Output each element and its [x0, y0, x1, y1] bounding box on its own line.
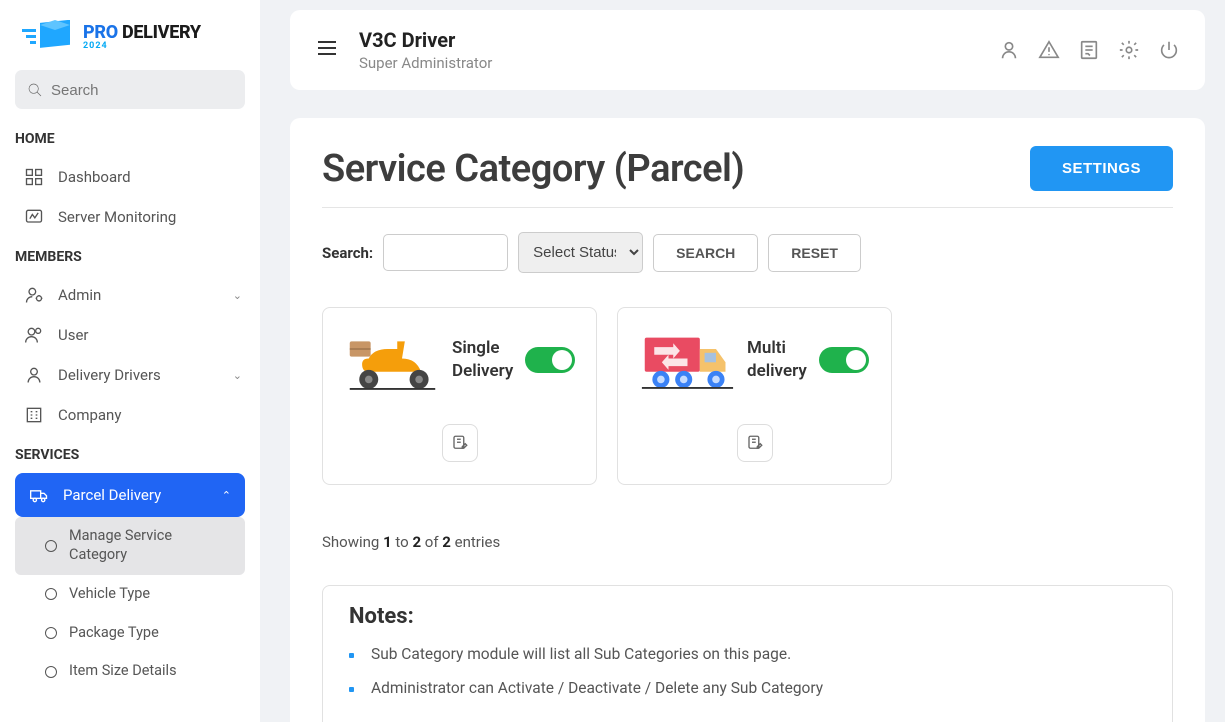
card-edit-button[interactable] — [737, 424, 773, 462]
page-header: Service Category (Parcel) SETTINGS — [322, 146, 1173, 208]
logo-text-line1: PRO DELIVERY — [83, 23, 201, 43]
logo-icon — [20, 20, 75, 55]
scooter-icon — [345, 330, 440, 390]
logo-text-line2: 2024 — [83, 42, 201, 52]
cards-grid: Single Delivery — [322, 307, 1173, 485]
user-info: V3C Driver Super Administrator — [359, 28, 492, 72]
dashboard-icon — [24, 167, 44, 187]
search-input[interactable] — [51, 82, 233, 99]
sidebar-item-label: Server Monitoring — [58, 208, 176, 226]
edit-icon — [451, 434, 469, 452]
sidebar: PRO DELIVERY 2024 HOME Dashboard Server … — [0, 0, 260, 722]
chevron-up-icon: ⌃ — [222, 489, 231, 502]
sidebar-subitem-label: Manage Service Category — [69, 527, 230, 565]
topbar-icons — [998, 39, 1180, 61]
card-title: Multi delivery — [747, 337, 807, 383]
sidebar-subitem-manage-service-category[interactable]: Manage Service Category — [15, 517, 245, 575]
sidebar-item-dashboard[interactable]: Dashboard — [0, 157, 260, 197]
settings-page-button[interactable]: SETTINGS — [1030, 146, 1173, 191]
sidebar-item-admin[interactable]: Admin ⌄ — [0, 275, 260, 315]
company-icon — [24, 405, 44, 425]
card-title: Single Delivery — [452, 337, 513, 383]
filter-bar: Search: Select Status SEARCH RESET — [322, 232, 1173, 273]
sidebar-item-parcel-delivery[interactable]: Parcel Delivery ⌃ — [15, 473, 245, 517]
card-toggle[interactable] — [819, 347, 869, 373]
sidebar-subitem-item-size-details[interactable]: Item Size Details — [15, 652, 245, 691]
sidebar-item-label: Company — [58, 406, 121, 424]
bullet-icon — [45, 540, 57, 552]
search-label: Search: — [322, 244, 373, 262]
hamburger-icon — [315, 36, 339, 60]
search-icon — [27, 82, 43, 98]
sidebar-item-label: Admin — [58, 286, 101, 304]
sidebar-item-label: Parcel Delivery — [63, 486, 161, 504]
power-icon — [1158, 39, 1180, 61]
monitoring-icon — [24, 207, 44, 227]
search-box[interactable] — [15, 70, 245, 109]
section-label-members: MEMBERS — [0, 245, 260, 275]
gear-icon — [1118, 39, 1140, 61]
user-title: V3C Driver — [359, 28, 492, 52]
notes-item: Administrator can Activate / Deactivate … — [349, 671, 1146, 705]
chevron-down-icon: ⌄ — [233, 369, 242, 382]
pagination-info: Showing 1 to 2 of 2 entries — [322, 533, 1173, 551]
reset-button[interactable]: RESET — [768, 234, 861, 272]
sidebar-subitem-package-type[interactable]: Package Type — [15, 614, 245, 653]
sidebar-item-company[interactable]: Company — [0, 395, 260, 435]
profile-button[interactable] — [998, 39, 1020, 61]
sidebar-item-delivery-drivers[interactable]: Delivery Drivers ⌄ — [0, 355, 260, 395]
notes-item: Sub Category module will list all Sub Ca… — [349, 637, 1146, 671]
service-card-single-delivery: Single Delivery — [322, 307, 597, 485]
admin-icon — [24, 285, 44, 305]
sidebar-item-label: User — [58, 326, 89, 344]
card-edit-button[interactable] — [442, 424, 478, 462]
sidebar-item-label: Dashboard — [58, 168, 131, 186]
driver-icon — [24, 365, 44, 385]
sidebar-subitem-label: Item Size Details — [69, 662, 177, 681]
settings-button[interactable] — [1118, 39, 1140, 61]
filter-status-select[interactable]: Select Status — [518, 232, 643, 273]
sidebar-subitem-vehicle-type[interactable]: Vehicle Type — [15, 575, 245, 614]
truck-icon — [29, 485, 49, 505]
power-button[interactable] — [1158, 39, 1180, 61]
sidebar-item-label: Delivery Drivers — [58, 366, 161, 384]
warning-button[interactable] — [1038, 39, 1060, 61]
note-icon — [1078, 39, 1100, 61]
menu-toggle-button[interactable] — [315, 36, 339, 64]
edit-icon — [746, 434, 764, 452]
nav-section-services: SERVICES Parcel Delivery ⌃ Manage Servic… — [0, 443, 260, 691]
sidebar-item-user[interactable]: User — [0, 315, 260, 355]
service-card-multi-delivery: Multi delivery — [617, 307, 892, 485]
page-title: Service Category (Parcel) — [322, 147, 744, 191]
note-button[interactable] — [1078, 39, 1100, 61]
notes-title: Notes: — [349, 604, 1146, 629]
sidebar-subitem-label: Package Type — [69, 624, 159, 643]
bullet-icon — [45, 588, 57, 600]
section-label-services: SERVICES — [0, 443, 260, 473]
section-label-home: HOME — [0, 127, 260, 157]
warning-icon — [1038, 39, 1060, 61]
card-toggle[interactable] — [525, 347, 575, 373]
nav-section-home: HOME Dashboard Server Monitoring — [0, 127, 260, 237]
sidebar-item-server-monitoring[interactable]: Server Monitoring — [0, 197, 260, 237]
user-role: Super Administrator — [359, 54, 492, 72]
notes-panel: Notes: Sub Category module will list all… — [322, 585, 1173, 722]
nav-section-members: MEMBERS Admin ⌄ User Delivery Drivers ⌄ … — [0, 245, 260, 435]
main-area: V3C Driver Super Administrator Service C… — [260, 0, 1225, 722]
filter-search-input[interactable] — [383, 234, 508, 271]
user-icon — [24, 325, 44, 345]
search-button[interactable]: SEARCH — [653, 234, 758, 272]
sidebar-subitem-label: Vehicle Type — [69, 585, 150, 604]
user-icon — [998, 39, 1020, 61]
logo: PRO DELIVERY 2024 — [0, 20, 260, 70]
bullet-icon — [45, 666, 57, 678]
bullet-icon — [45, 627, 57, 639]
chevron-down-icon: ⌄ — [233, 289, 242, 302]
topbar: V3C Driver Super Administrator — [290, 10, 1205, 90]
content-panel: Service Category (Parcel) SETTINGS Searc… — [290, 118, 1205, 722]
truck-icon — [640, 330, 735, 390]
